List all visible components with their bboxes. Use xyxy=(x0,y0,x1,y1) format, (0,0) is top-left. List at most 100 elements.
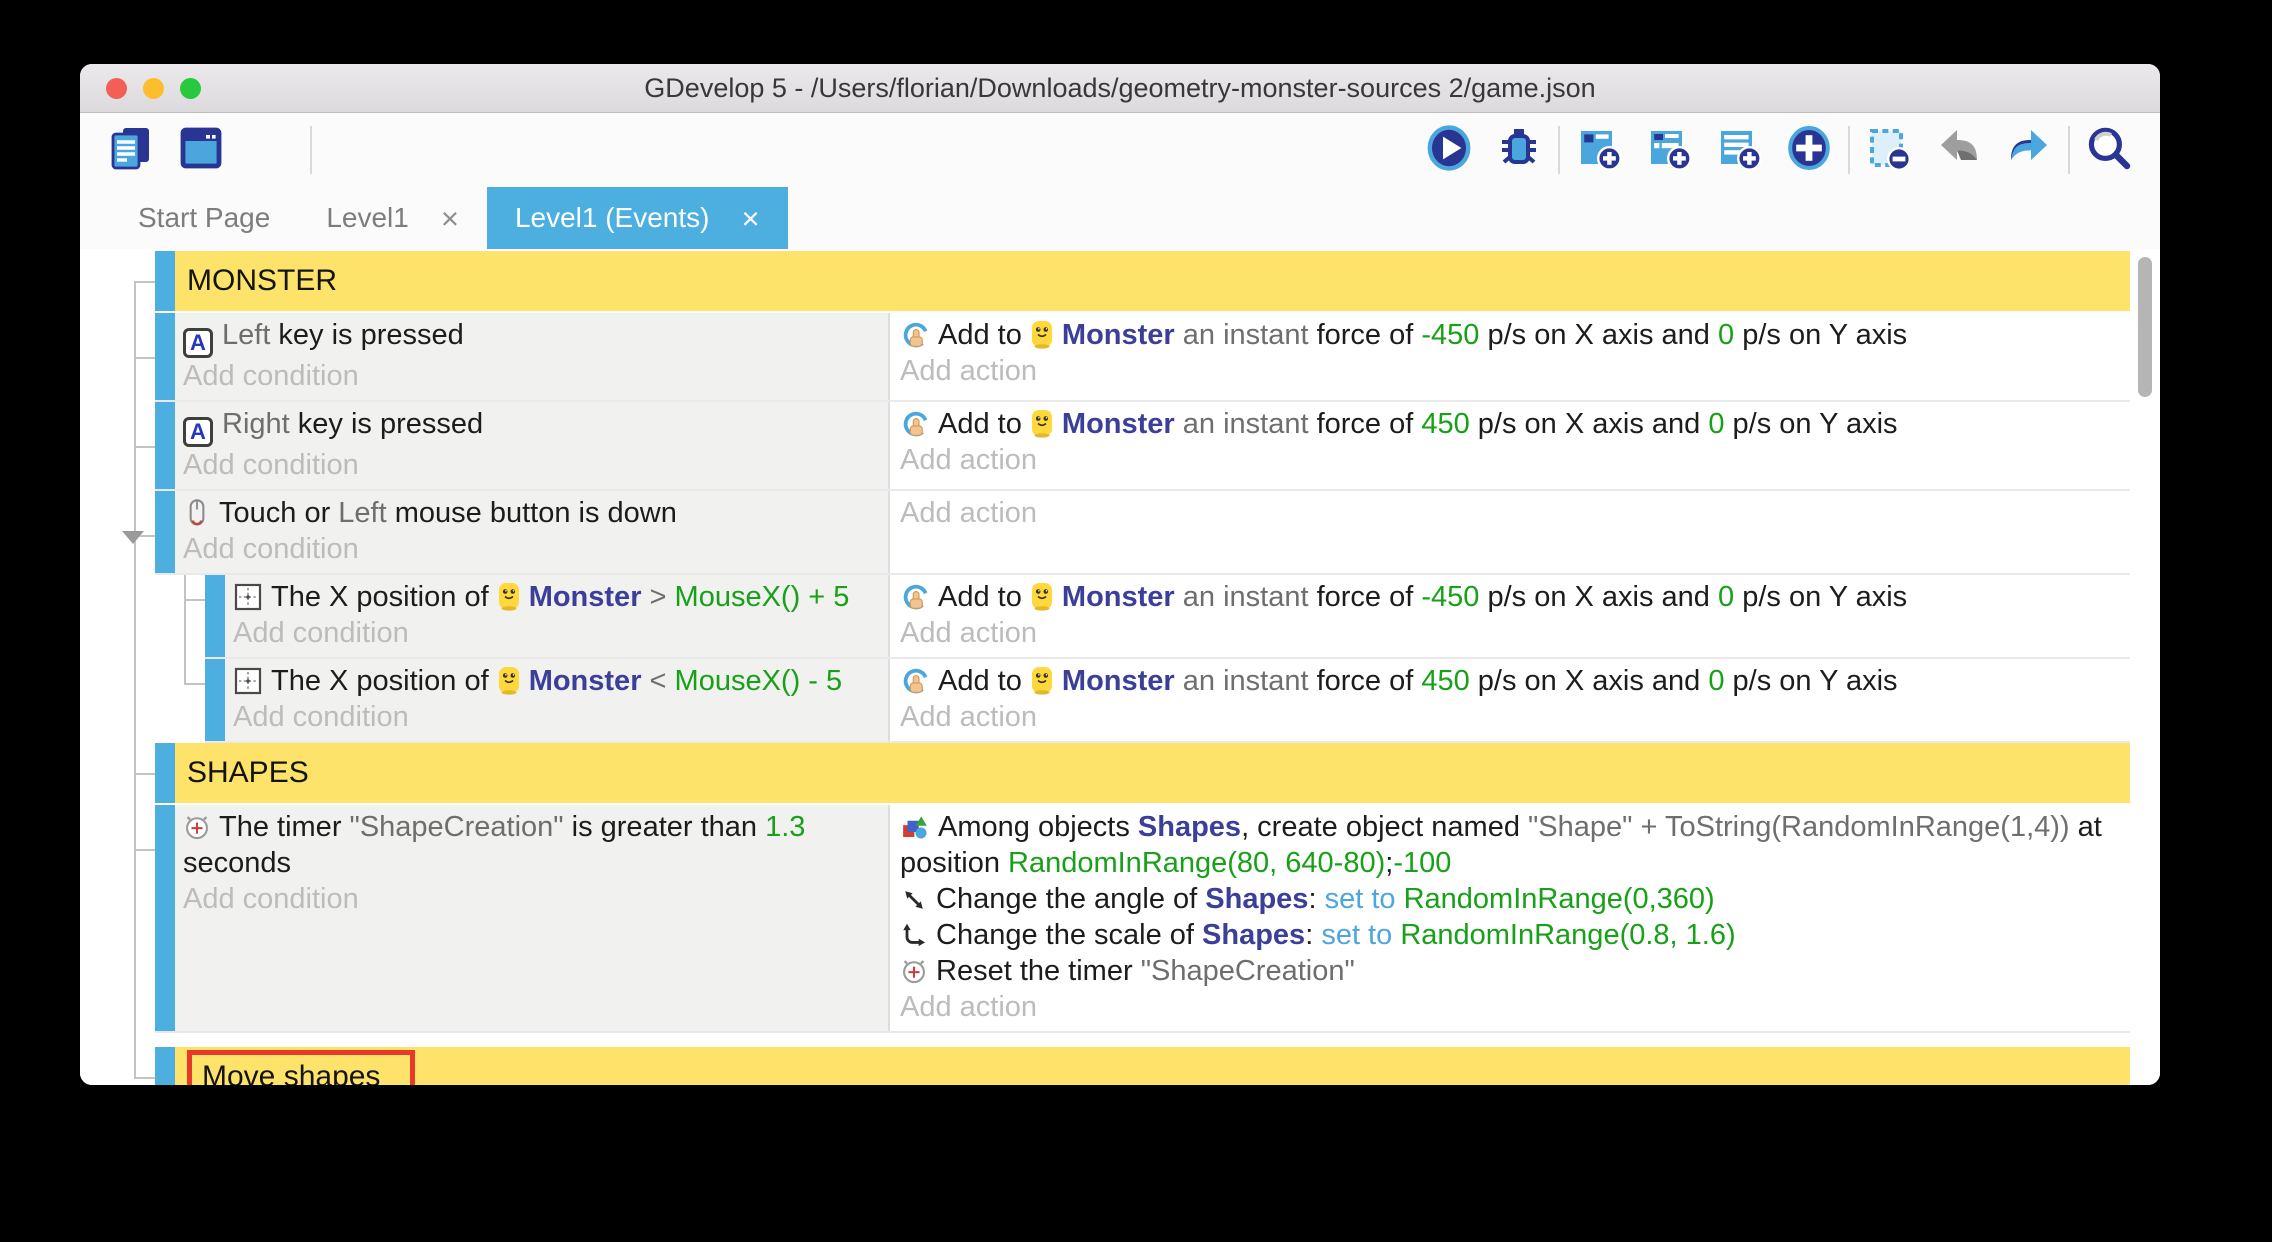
text-segment: Add to xyxy=(938,581,1030,613)
tab-level1-events[interactable]: Level1 (Events)× xyxy=(487,187,788,249)
close-icon[interactable]: × xyxy=(441,203,459,234)
tab-start-page[interactable]: Start Page xyxy=(110,187,298,249)
text-segment: Add action xyxy=(900,701,1037,733)
add-condition-button[interactable]: Add condition xyxy=(183,881,880,917)
debugger-button[interactable] xyxy=(246,125,296,175)
expression-value: 1.3 xyxy=(765,811,805,843)
text-segment: is greater than xyxy=(564,811,766,843)
event-handle-bar[interactable] xyxy=(205,575,225,657)
add-condition-button[interactable]: Add condition xyxy=(183,447,880,483)
debug-bug-icon xyxy=(1495,124,1543,177)
add-action-button[interactable]: Add action xyxy=(900,442,2120,478)
action-sentence[interactable]: Add to Monster an instant force of 450 p… xyxy=(900,406,2120,442)
text-segment: Add action xyxy=(900,991,1037,1023)
add-condition-button[interactable]: Add condition xyxy=(233,615,880,651)
debug-bug-button[interactable] xyxy=(1494,125,1544,175)
add-action-button[interactable]: Add action xyxy=(900,615,2120,651)
text-segment: Change the angle of xyxy=(936,883,1205,915)
action-sentence[interactable]: Among objects Shapes, create object name… xyxy=(900,809,2120,881)
text-segment: Add condition xyxy=(183,360,359,392)
event-handle-bar[interactable] xyxy=(155,402,175,489)
action-sentence[interactable]: Add to Monster an instant force of -450 … xyxy=(900,317,2120,353)
condition-sentence[interactable]: The X position of Monster < MouseX() - 5 xyxy=(233,663,880,699)
add-comment-event-icon xyxy=(1715,124,1763,177)
conditions-column: The X position of Monster < MouseX() - 5… xyxy=(225,659,888,741)
add-event-button[interactable] xyxy=(1574,125,1624,175)
add-action-button[interactable]: Add action xyxy=(900,353,2120,389)
add-condition-button[interactable]: Add condition xyxy=(183,531,880,567)
actions-column: Among objects Shapes , create object name… xyxy=(888,805,2130,1031)
search-button[interactable] xyxy=(2084,125,2134,175)
event-handle-bar[interactable] xyxy=(155,491,175,573)
angle-icon xyxy=(900,886,928,914)
text-segment: p/s on Y axis xyxy=(1734,319,1907,351)
action-sentence[interactable]: Add to Monster an instant force of 450 p… xyxy=(900,663,2120,699)
object-name: Shapes xyxy=(1205,883,1308,915)
add-action-button[interactable]: Add action xyxy=(900,989,2120,1025)
text-segment: Right xyxy=(222,408,290,440)
text-segment: Add action xyxy=(900,497,1037,529)
action-sentence[interactable]: Reset the timer "ShapeCreation" xyxy=(900,953,2120,989)
expression-value: RandomInRange(0,360) xyxy=(1404,883,1715,915)
condition-sentence[interactable]: ARight key is pressed xyxy=(183,406,880,447)
add-comment-event-button[interactable] xyxy=(1714,125,1764,175)
tab-level1[interactable]: Level1 × xyxy=(298,187,487,249)
close-icon[interactable]: × xyxy=(741,203,759,234)
preview-play-button[interactable] xyxy=(1424,125,1474,175)
action-sentence[interactable]: Change the angle of Shapes: set to Rando… xyxy=(900,881,2120,917)
remove-event-button[interactable] xyxy=(1864,125,1914,175)
monster-icon xyxy=(1030,409,1054,439)
text-segment: Among objects xyxy=(938,811,1138,843)
add-action-button[interactable]: Add action xyxy=(900,699,2120,735)
event-handle-bar[interactable] xyxy=(155,805,175,1031)
text-segment: "ShapeCreation" xyxy=(1141,955,1355,987)
selected-comment-box[interactable]: Move shapes xyxy=(187,1050,415,1085)
text-segment: , create object named xyxy=(1241,811,1528,843)
add-event-plus-button[interactable] xyxy=(1784,125,1834,175)
add-action-button[interactable]: Add action xyxy=(900,495,2120,531)
event-handle-bar[interactable] xyxy=(155,251,175,311)
expression-value: -100 xyxy=(1393,847,1451,879)
action-sentence[interactable]: Add to Monster an instant force of -450 … xyxy=(900,579,2120,615)
comment-label-area[interactable]: SHAPES xyxy=(175,743,2130,803)
text-segment: Left xyxy=(338,497,386,529)
condition-sentence[interactable]: Touch or Left mouse button is down xyxy=(183,495,880,531)
tree-line xyxy=(134,357,155,359)
comment-label-area[interactable]: MONSTER xyxy=(175,251,2130,311)
toolbar-separator xyxy=(310,126,312,174)
project-manager-button[interactable] xyxy=(106,125,156,175)
tree-line xyxy=(184,575,186,683)
expression-value: MouseX() - 5 xyxy=(675,665,843,697)
event-handle-bar[interactable] xyxy=(155,313,175,400)
add-sub-event-button[interactable] xyxy=(1644,125,1694,175)
condition-sentence[interactable]: The timer "ShapeCreation" is greater tha… xyxy=(183,809,880,881)
undo-button[interactable] xyxy=(1934,125,1984,175)
object-name: Monster xyxy=(529,665,642,697)
scene-window-button[interactable] xyxy=(176,125,226,175)
toolbar-separator xyxy=(2068,126,2070,174)
timer-icon xyxy=(183,812,211,842)
text-segment: an instant xyxy=(1175,408,1317,440)
event-handle-bar[interactable] xyxy=(155,1047,175,1085)
event-handle-bar[interactable] xyxy=(205,659,225,741)
expression-value: MouseX() + 5 xyxy=(675,581,850,613)
scrollbar-thumb[interactable] xyxy=(2138,257,2152,397)
tab-bar: Start PageLevel1×Level1 (Events)× xyxy=(80,187,2160,249)
condition-sentence[interactable]: The X position of Monster > MouseX() + 5 xyxy=(233,579,880,615)
tree-line xyxy=(134,281,155,283)
redo-button[interactable] xyxy=(2004,125,2054,175)
action-sentence[interactable]: Change the scale of Shapes: set to Rando… xyxy=(900,917,2120,953)
text-segment: seconds xyxy=(183,847,291,879)
project-manager-icon xyxy=(107,124,155,177)
add-condition-button[interactable]: Add condition xyxy=(183,358,880,394)
tab-label: Level1 xyxy=(326,202,409,234)
title-bar: GDevelop 5 - /Users/florian/Downloads/ge… xyxy=(80,64,2160,113)
add-condition-button[interactable]: Add condition xyxy=(233,699,880,735)
comment-label-area[interactable]: Move shapes xyxy=(175,1047,2130,1085)
collapse-triangle-icon[interactable] xyxy=(122,531,144,544)
text-segment: mouse button is down xyxy=(387,497,677,529)
expression-value: -450 xyxy=(1421,319,1479,351)
condition-sentence[interactable]: ALeft key is pressed xyxy=(183,317,880,358)
comment-text: Move shapes xyxy=(202,1060,380,1085)
event-handle-bar[interactable] xyxy=(155,743,175,803)
